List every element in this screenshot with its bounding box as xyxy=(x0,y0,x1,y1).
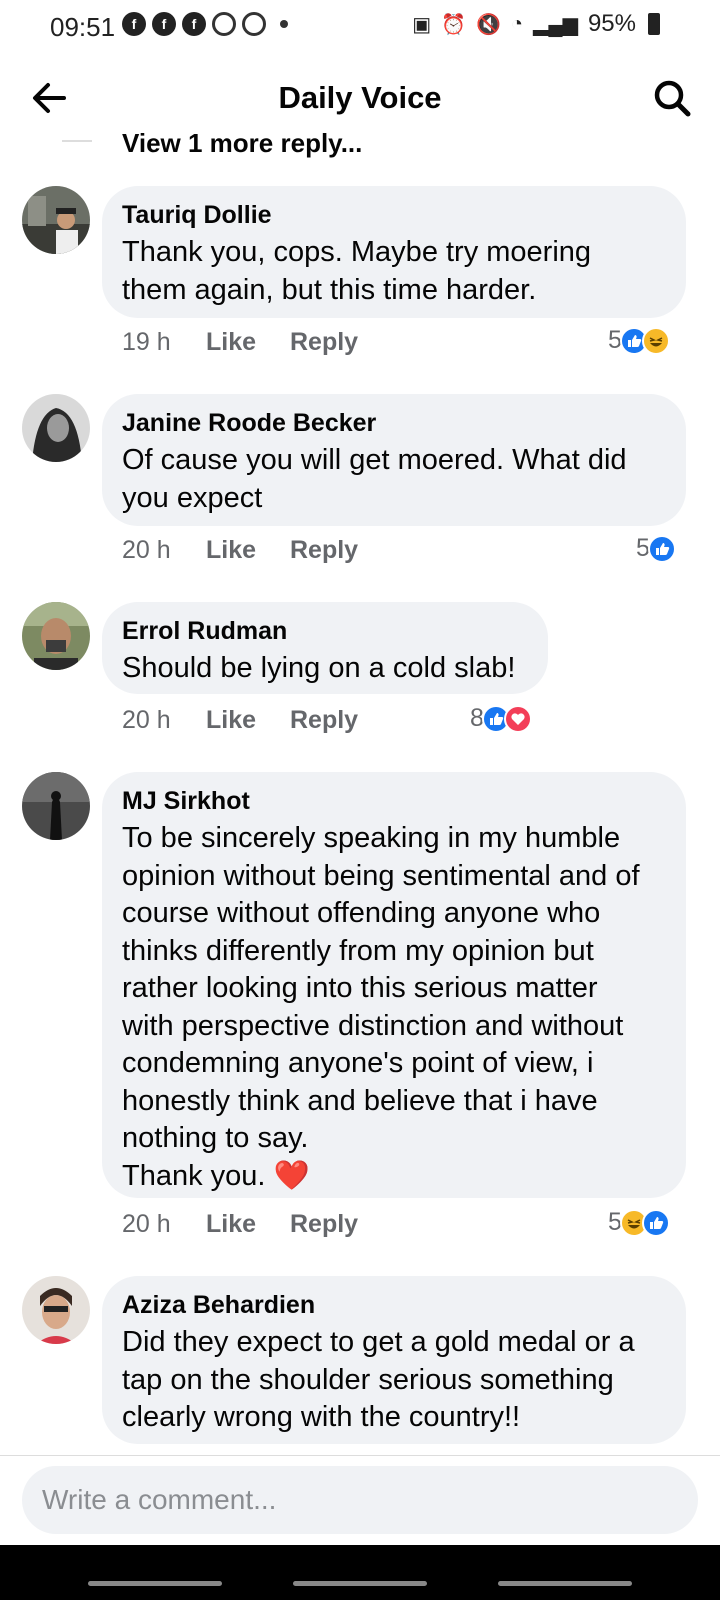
reaction-summary[interactable]: 8 xyxy=(470,704,532,733)
sim-icon: ▣ xyxy=(412,13,432,36)
like-button[interactable]: Like xyxy=(206,536,290,565)
comment-text: Of cause you will get moered. What did y… xyxy=(122,444,627,514)
reply-button[interactable]: Reply xyxy=(290,536,358,565)
alarm-icon: ⏰ xyxy=(441,13,467,36)
thread-line xyxy=(62,140,92,142)
comment-text: Did they expect to get a gold medal or a… xyxy=(122,1326,635,1433)
comment-actions: 20 h Like Reply xyxy=(122,1210,358,1239)
comment-bubble[interactable]: Janine Roode Becker Of cause you will ge… xyxy=(102,394,686,526)
avatar-image xyxy=(22,394,90,462)
comment-bubble[interactable]: MJ Sirkhot To be sincerely speaking in m… xyxy=(102,772,686,1198)
comment-author[interactable]: Janine Roode Becker xyxy=(122,408,666,438)
status-bar: 09:51 f f f ▣ ⏰ 🔇 ◔ ▂▄▆ 95% xyxy=(0,0,720,52)
haha-reaction-icon xyxy=(641,326,670,355)
back-nav-button[interactable] xyxy=(498,1581,632,1586)
love-reaction-icon xyxy=(503,704,532,733)
signal-icon: ▂▄▆ xyxy=(533,13,578,36)
more-notifications-icon xyxy=(280,20,288,28)
app-header: Daily Voice xyxy=(0,62,720,134)
avatar[interactable] xyxy=(22,394,90,462)
comment-time[interactable]: 20 h xyxy=(122,706,206,735)
avatar-image xyxy=(22,772,90,840)
avatar-image xyxy=(22,186,90,254)
comment-actions: 20 h Like Reply xyxy=(122,536,358,565)
reaction-summary[interactable]: 5 xyxy=(608,1208,670,1237)
comment-composer xyxy=(0,1455,720,1555)
reaction-summary[interactable]: 5 xyxy=(636,534,676,563)
battery-icon xyxy=(648,13,660,35)
avatar-image xyxy=(22,1276,90,1344)
like-button[interactable]: Like xyxy=(206,1210,290,1239)
reaction-summary[interactable]: 5 xyxy=(608,326,670,355)
avatar[interactable] xyxy=(22,772,90,840)
comment-time[interactable]: 20 h xyxy=(122,1210,206,1239)
comment-text: Thank you, cops. Maybe try moering them … xyxy=(122,236,592,306)
notification-icon xyxy=(242,12,266,36)
like-button[interactable]: Like xyxy=(206,706,290,735)
reply-button[interactable]: Reply xyxy=(290,1210,358,1239)
comment-text: To be sincerely speaking in my humble op… xyxy=(122,822,640,1192)
system-icons: ▣ ⏰ 🔇 ◔ ▂▄▆ 95% xyxy=(412,10,660,38)
notification-icon: f xyxy=(182,12,206,36)
comment-bubble[interactable]: Errol Rudman Should be lying on a cold s… xyxy=(102,602,548,694)
avatar[interactable] xyxy=(22,602,90,670)
comment-actions: 20 h Like Reply xyxy=(122,706,358,735)
reply-button[interactable]: Reply xyxy=(290,706,358,735)
notification-icons: f f f xyxy=(122,12,288,36)
like-reaction-icon xyxy=(647,534,676,563)
search-icon xyxy=(654,80,691,117)
avatar[interactable] xyxy=(22,1276,90,1344)
view-more-replies[interactable]: View 1 more reply... xyxy=(122,128,362,158)
battery-percent: 95% xyxy=(587,10,636,37)
wifi-icon: ◔ xyxy=(510,12,524,35)
status-time: 09:51 xyxy=(50,12,116,42)
comment-time[interactable]: 19 h xyxy=(122,328,206,357)
comment-actions: 19 h Like Reply xyxy=(122,328,358,357)
system-navigation-bar xyxy=(0,1545,720,1600)
avatar-image xyxy=(22,602,90,670)
notification-icon: f xyxy=(152,12,176,36)
comment-author[interactable]: Aziza Behardien xyxy=(122,1290,666,1320)
comment-author[interactable]: Errol Rudman xyxy=(122,616,528,646)
reply-button[interactable]: Reply xyxy=(290,328,358,357)
home-nav-button[interactable] xyxy=(293,1581,427,1586)
comment-time[interactable]: 20 h xyxy=(122,536,206,565)
page-title: Daily Voice xyxy=(278,80,442,115)
comment-bubble[interactable]: Aziza Behardien Did they expect to get a… xyxy=(102,1276,686,1444)
mute-icon: 🔇 xyxy=(476,13,501,36)
comment-input[interactable] xyxy=(22,1466,698,1534)
comment-bubble[interactable]: Tauriq Dollie Thank you, cops. Maybe try… xyxy=(102,186,686,318)
avatar[interactable] xyxy=(22,186,90,254)
notification-icon xyxy=(212,12,236,36)
like-reaction-icon xyxy=(641,1208,670,1237)
like-button[interactable]: Like xyxy=(206,328,290,357)
comment-text: Should be lying on a cold slab! xyxy=(122,652,516,684)
search-button[interactable] xyxy=(650,76,694,120)
comment-author[interactable]: Tauriq Dollie xyxy=(122,200,666,230)
recents-nav-button[interactable] xyxy=(88,1581,222,1586)
notification-icon: f xyxy=(122,12,146,36)
comment-author[interactable]: MJ Sirkhot xyxy=(122,786,666,816)
